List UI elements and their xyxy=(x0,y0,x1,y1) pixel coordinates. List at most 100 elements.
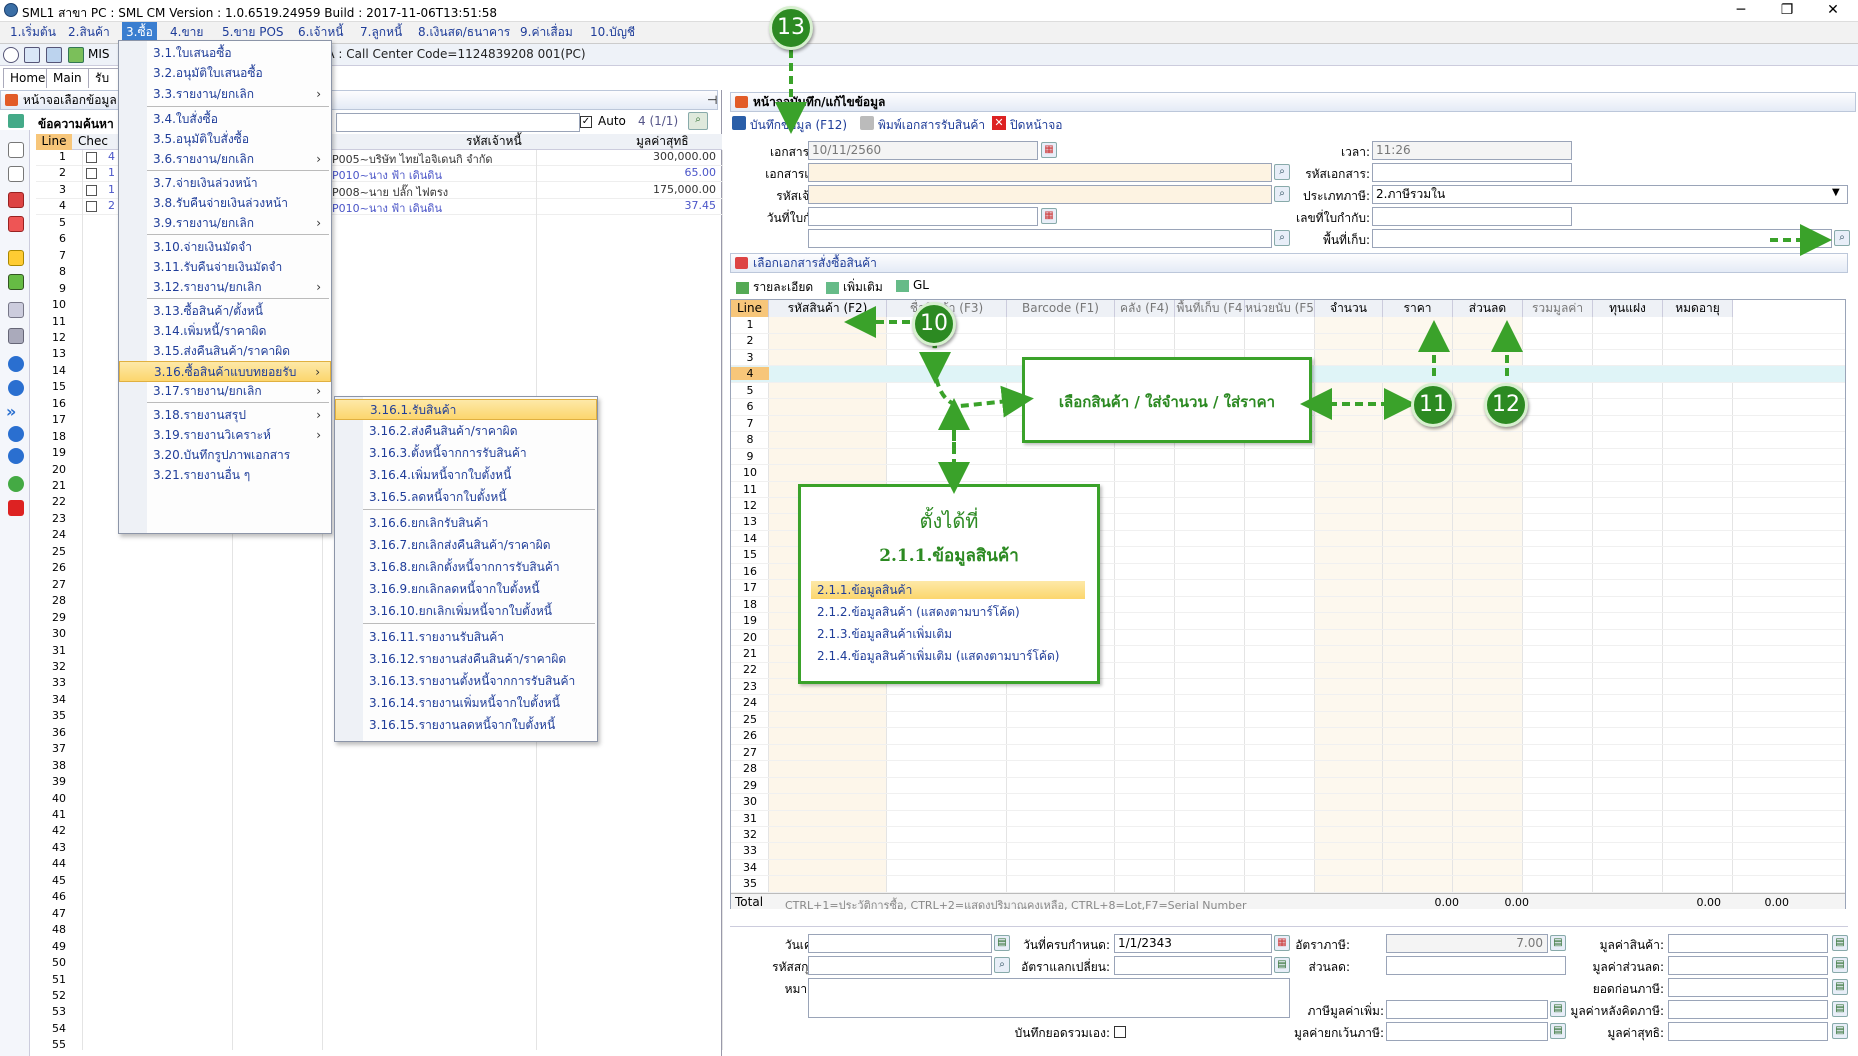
tab-receive[interactable]: รับสิ xyxy=(88,68,120,88)
menu-products[interactable]: 2.สินค้า xyxy=(64,22,114,43)
menu-item[interactable]: 3.6.รายงาน/ยกเลิก › xyxy=(119,149,331,170)
tab-details[interactable]: รายละเอียด xyxy=(736,278,813,296)
select-po-bar[interactable]: เลือกเอกสารสั่งซื้อสินค้า xyxy=(730,253,1848,273)
warehouse-input[interactable] xyxy=(808,229,1272,248)
table-row[interactable]: 50 xyxy=(36,956,722,972)
column-header[interactable]: หมดอายุ xyxy=(1663,300,1733,317)
doc-no-input[interactable] xyxy=(808,163,1272,182)
submenu-item[interactable]: 3.16.5.ลดหนี้จากใบตั้งหนี้ xyxy=(335,487,597,508)
menu-item[interactable]: 3.2.อนุมัติใบเสนอซื้อ xyxy=(119,63,331,84)
column-header[interactable]: Line xyxy=(731,300,769,317)
table-row[interactable]: 40 xyxy=(36,792,722,808)
table-row[interactable]: 48 xyxy=(36,923,722,939)
row-checkbox[interactable] xyxy=(86,152,97,163)
clock-icon[interactable] xyxy=(3,47,19,63)
calculator-icon[interactable]: ▤ xyxy=(1550,1001,1566,1017)
column-header[interactable]: รวมมูลค่า xyxy=(1523,300,1593,317)
menu-item[interactable]: 3.12.รายงาน/ยกเลิก › xyxy=(119,277,331,298)
menu-item[interactable]: 3.21.รายงานอื่น ๆ xyxy=(119,465,331,486)
row-checkbox[interactable] xyxy=(86,184,97,196)
submenu-item[interactable]: 3.16.14.รายงานเพิ่มหนี้จากใบตั้งหนี้ xyxy=(335,693,597,714)
table-row[interactable]: 28 xyxy=(731,761,1845,778)
table-row[interactable]: 2 xyxy=(731,333,1845,350)
column-header[interactable]: ราคา xyxy=(1383,300,1453,317)
menu-item[interactable]: 3.3.รายงาน/ยกเลิก › xyxy=(119,84,331,105)
submenu-item[interactable]: 3.16.10.ยกเลิกเพิ่มหนี้จากใบตั้งหนี้ xyxy=(335,601,597,622)
menu-item[interactable]: 3.18.รายงานสรุป › xyxy=(119,405,331,426)
table-row[interactable]: 9 xyxy=(731,449,1845,466)
submenu-item[interactable]: 3.16.13.รายงานตั้งหนี้จากการรับสินค้า xyxy=(335,671,597,692)
column-header[interactable]: คลัง (F4) xyxy=(1115,300,1175,317)
chart-icon[interactable] xyxy=(68,47,84,63)
close-icon[interactable] xyxy=(8,500,24,516)
table-row[interactable]: 24 xyxy=(731,695,1845,712)
goods-value-input[interactable] xyxy=(1668,934,1828,953)
col-line[interactable]: Line xyxy=(36,134,72,150)
search-input[interactable] xyxy=(336,113,580,132)
tax-type-select[interactable]: 2.ภาษีรวมใน xyxy=(1372,185,1848,204)
import-icon[interactable] xyxy=(8,274,24,290)
calculator-icon[interactable]: ▤ xyxy=(1832,957,1848,973)
maximize-button[interactable]: ❐ xyxy=(1764,0,1810,22)
column-header[interactable]: Barcode (F1) xyxy=(1007,300,1115,317)
new-doc-icon[interactable] xyxy=(8,142,24,158)
credit-days-input[interactable] xyxy=(808,934,992,953)
column-header[interactable]: ส่วนลด xyxy=(1453,300,1523,317)
menu-item[interactable]: 3.16.ซื้อสินค้าแบบทยอยรับ › xyxy=(119,361,331,382)
table-row[interactable]: 52 xyxy=(36,989,722,1005)
checklist-icon[interactable] xyxy=(8,192,24,208)
submenu-item[interactable]: 3.16.15.รายงานลดหนี้จากใบตั้งหนี้ xyxy=(335,715,597,736)
tax-rate-input[interactable]: 7.00 xyxy=(1386,934,1548,953)
layout-icon[interactable] xyxy=(24,47,40,63)
submenu-item[interactable]: 3.16.2.ส่งคืนสินค้า/ราคาผิด xyxy=(335,421,597,442)
col-net[interactable]: มูลค่าสุทธิ xyxy=(636,134,689,149)
menu-item[interactable]: 3.7.จ่ายเงินล่วงหน้า xyxy=(119,173,331,194)
time-input[interactable]: 11:26 xyxy=(1372,141,1572,160)
search-icon[interactable]: ⌕ xyxy=(688,112,708,130)
search-icon[interactable]: ⌕ xyxy=(1274,186,1290,202)
auto-checkbox[interactable]: ✓ xyxy=(580,116,592,128)
down-icon[interactable] xyxy=(8,448,24,464)
table-row[interactable]: 31 xyxy=(731,811,1845,827)
forward-icon[interactable] xyxy=(8,380,24,396)
discount-input[interactable] xyxy=(1386,956,1566,975)
back-icon[interactable] xyxy=(8,356,24,372)
table-row[interactable]: 44 xyxy=(36,857,722,873)
table-row[interactable]: 45 xyxy=(36,874,722,890)
table-row[interactable]: 43 xyxy=(36,841,722,857)
table-row[interactable]: 39 xyxy=(36,775,722,791)
currency-input[interactable] xyxy=(808,956,992,975)
tax-exempt-input[interactable] xyxy=(1386,1022,1548,1041)
table-row[interactable]: 34 xyxy=(731,860,1845,877)
table-row[interactable]: 10 xyxy=(731,465,1845,482)
table-row[interactable]: 33 xyxy=(731,843,1845,860)
column-header[interactable]: ทุนแฝง xyxy=(1593,300,1663,317)
after-disc-input[interactable] xyxy=(1668,1000,1828,1019)
table-row[interactable]: 49 xyxy=(36,940,722,956)
menu-item[interactable]: 3.17.รายงาน/ยกเลิก › xyxy=(119,381,331,402)
before-tax-input[interactable] xyxy=(1668,978,1828,997)
calendar-icon[interactable]: ▦ xyxy=(1041,208,1057,224)
table-row[interactable]: 42 xyxy=(36,824,722,840)
row-checkbox[interactable] xyxy=(86,201,97,213)
search-icon[interactable]: ⌕ xyxy=(1834,230,1850,246)
menu-item[interactable]: 3.13.ซื้อสินค้า/ตั้งหนี้ xyxy=(119,301,331,322)
close-screen-button[interactable]: ปิดหน้าจอ xyxy=(1010,116,1063,135)
col-check[interactable]: Chec xyxy=(78,134,108,149)
tab-more[interactable]: เพิ่มเติม xyxy=(826,278,883,296)
menu-item[interactable]: 3.15.ส่งคืนสินค้า/ราคาผิด xyxy=(119,341,331,362)
table-row[interactable]: 38 xyxy=(36,759,722,775)
mis-button[interactable]: MIS xyxy=(88,47,110,61)
column-header[interactable]: หน่วยนับ (F5 xyxy=(1245,300,1315,317)
doc-date-input[interactable]: 10/11/2560 xyxy=(808,141,1038,160)
remark-textarea[interactable] xyxy=(808,978,1290,1018)
menu-depreciation[interactable]: 9.ค่าเสื่อม xyxy=(516,22,577,43)
submenu-item[interactable]: 3.16.6.ยกเลิกรับสินค้า xyxy=(335,513,597,534)
vat-input[interactable] xyxy=(1386,1000,1548,1019)
help-icon[interactable] xyxy=(8,476,24,492)
submenu-item[interactable]: 3.16.11.รายงานรับสินค้า xyxy=(335,627,597,648)
minimize-button[interactable]: ─ xyxy=(1718,0,1764,22)
menu-item[interactable]: 3.19.รายงานวิเคราะห์ › xyxy=(119,425,331,446)
table-row[interactable]: 53 xyxy=(36,1005,722,1021)
menu-item[interactable]: 3.8.รับคืนจ่ายเงินล่วงหน้า xyxy=(119,193,331,214)
